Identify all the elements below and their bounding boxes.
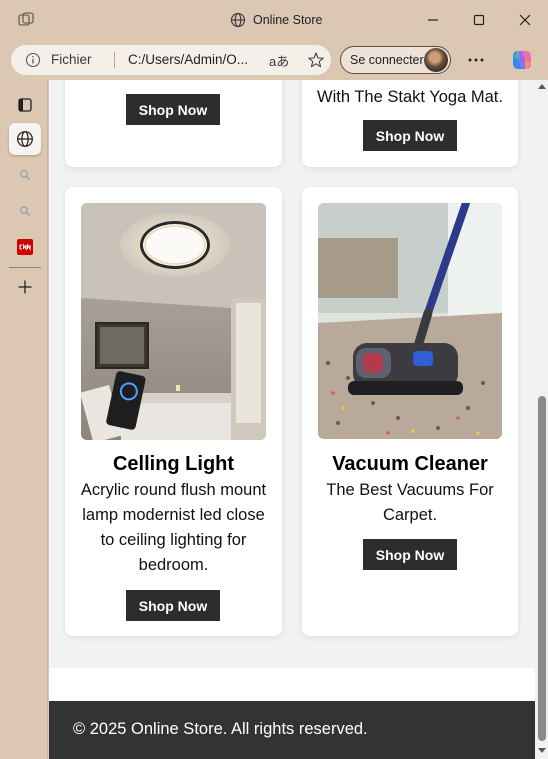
description-line: lamp modernist led close bbox=[82, 506, 265, 524]
url-text[interactable]: C:/Users/Admin/O... bbox=[128, 52, 248, 67]
product-card: With The Stakt Yoga Mat. Shop Now bbox=[302, 80, 518, 167]
product-title: Vacuum Cleaner bbox=[332, 453, 488, 475]
avatar bbox=[424, 48, 448, 72]
cnn-logo-icon bbox=[17, 239, 33, 255]
scheme-label: Fichier bbox=[51, 52, 92, 67]
minimize-icon bbox=[428, 19, 438, 21]
page-bottom-spacer bbox=[49, 668, 535, 701]
copilot-icon[interactable] bbox=[510, 48, 534, 72]
sidebar-divider bbox=[9, 267, 41, 268]
product-card: Celling Light Acrylic round flush mount … bbox=[65, 187, 282, 636]
description-line: The Best Vacuums For bbox=[326, 481, 494, 499]
description-line: Carpet. bbox=[382, 506, 438, 524]
info-icon[interactable] bbox=[25, 52, 41, 68]
scroll-up-arrow-icon[interactable] bbox=[538, 84, 546, 89]
product-description: With The Stakt Yoga Mat. bbox=[317, 88, 503, 106]
globe-icon bbox=[17, 131, 33, 147]
title-bar: Online Store bbox=[0, 0, 548, 40]
search-icon bbox=[20, 206, 30, 216]
shop-now-button[interactable]: Shop Now bbox=[126, 94, 220, 125]
shop-now-button[interactable]: Shop Now bbox=[363, 120, 457, 151]
minimize-button[interactable] bbox=[410, 0, 456, 40]
signin-label: Se connecter bbox=[350, 53, 424, 67]
favorite-star-icon[interactable] bbox=[307, 51, 325, 69]
product-card: Shop Now bbox=[65, 80, 282, 167]
browser-toolbar: Fichier C:/Users/Admin/O... aあ Se connec… bbox=[0, 40, 548, 80]
sidebar-item-cnn[interactable] bbox=[9, 231, 41, 263]
maximize-button[interactable] bbox=[456, 0, 502, 40]
divider bbox=[114, 52, 115, 68]
window-title: Online Store bbox=[230, 10, 322, 30]
sidebar-item-search-1[interactable] bbox=[9, 159, 41, 191]
footer-text: © 2025 Online Store. All rights reserved… bbox=[73, 720, 368, 738]
ceiling-light-image bbox=[81, 203, 266, 440]
shop-now-button[interactable]: Shop Now bbox=[126, 590, 220, 621]
vacuum-cleaner-image bbox=[318, 203, 502, 439]
search-icon bbox=[20, 170, 30, 180]
product-description: Acrylic round flush mount lamp modernist… bbox=[65, 478, 282, 578]
sidebar-item-current-tab[interactable] bbox=[9, 123, 41, 155]
ceiling-light-photo bbox=[81, 203, 266, 440]
address-bar[interactable]: Fichier C:/Users/Admin/O... aあ bbox=[11, 45, 331, 75]
vertical-scrollbar[interactable] bbox=[535, 80, 548, 759]
sidebar-add-button[interactable] bbox=[9, 271, 41, 303]
vacuum-cleaner-photo bbox=[318, 203, 502, 439]
plus-icon bbox=[18, 280, 32, 294]
page-footer: © 2025 Online Store. All rights reserved… bbox=[49, 701, 535, 759]
more-menu-button[interactable] bbox=[464, 49, 488, 71]
description-line: to ceiling lighting for bbox=[100, 531, 247, 549]
page-viewport: Shop Now With The Stakt Yoga Mat. Shop N… bbox=[49, 80, 535, 759]
browser-sidebar bbox=[0, 80, 48, 759]
workspaces-icon[interactable] bbox=[17, 11, 35, 29]
close-button[interactable] bbox=[502, 0, 548, 40]
sidebar-tabs-button[interactable] bbox=[9, 89, 41, 121]
maximize-icon bbox=[473, 14, 485, 26]
read-aloud-icon[interactable]: aあ bbox=[269, 51, 289, 70]
product-title: Celling Light bbox=[112, 453, 235, 475]
close-icon bbox=[519, 14, 531, 26]
globe-icon bbox=[230, 12, 246, 28]
signin-button[interactable]: Se connecter bbox=[340, 46, 451, 74]
tab-actions-icon bbox=[18, 98, 32, 112]
scrollbar-thumb[interactable] bbox=[538, 396, 546, 741]
description-line: Acrylic round flush mount bbox=[80, 481, 267, 499]
sidebar-item-search-2[interactable] bbox=[9, 195, 41, 227]
scroll-down-arrow-icon[interactable] bbox=[538, 748, 546, 753]
description-line: bedroom. bbox=[138, 556, 209, 574]
product-card: Vacuum Cleaner The Best Vacuums For Carp… bbox=[302, 187, 518, 636]
window-title-text: Online Store bbox=[253, 13, 323, 27]
shop-now-button[interactable]: Shop Now bbox=[363, 539, 457, 570]
product-description: The Best Vacuums For Carpet. bbox=[302, 478, 518, 528]
more-icon bbox=[468, 58, 484, 62]
